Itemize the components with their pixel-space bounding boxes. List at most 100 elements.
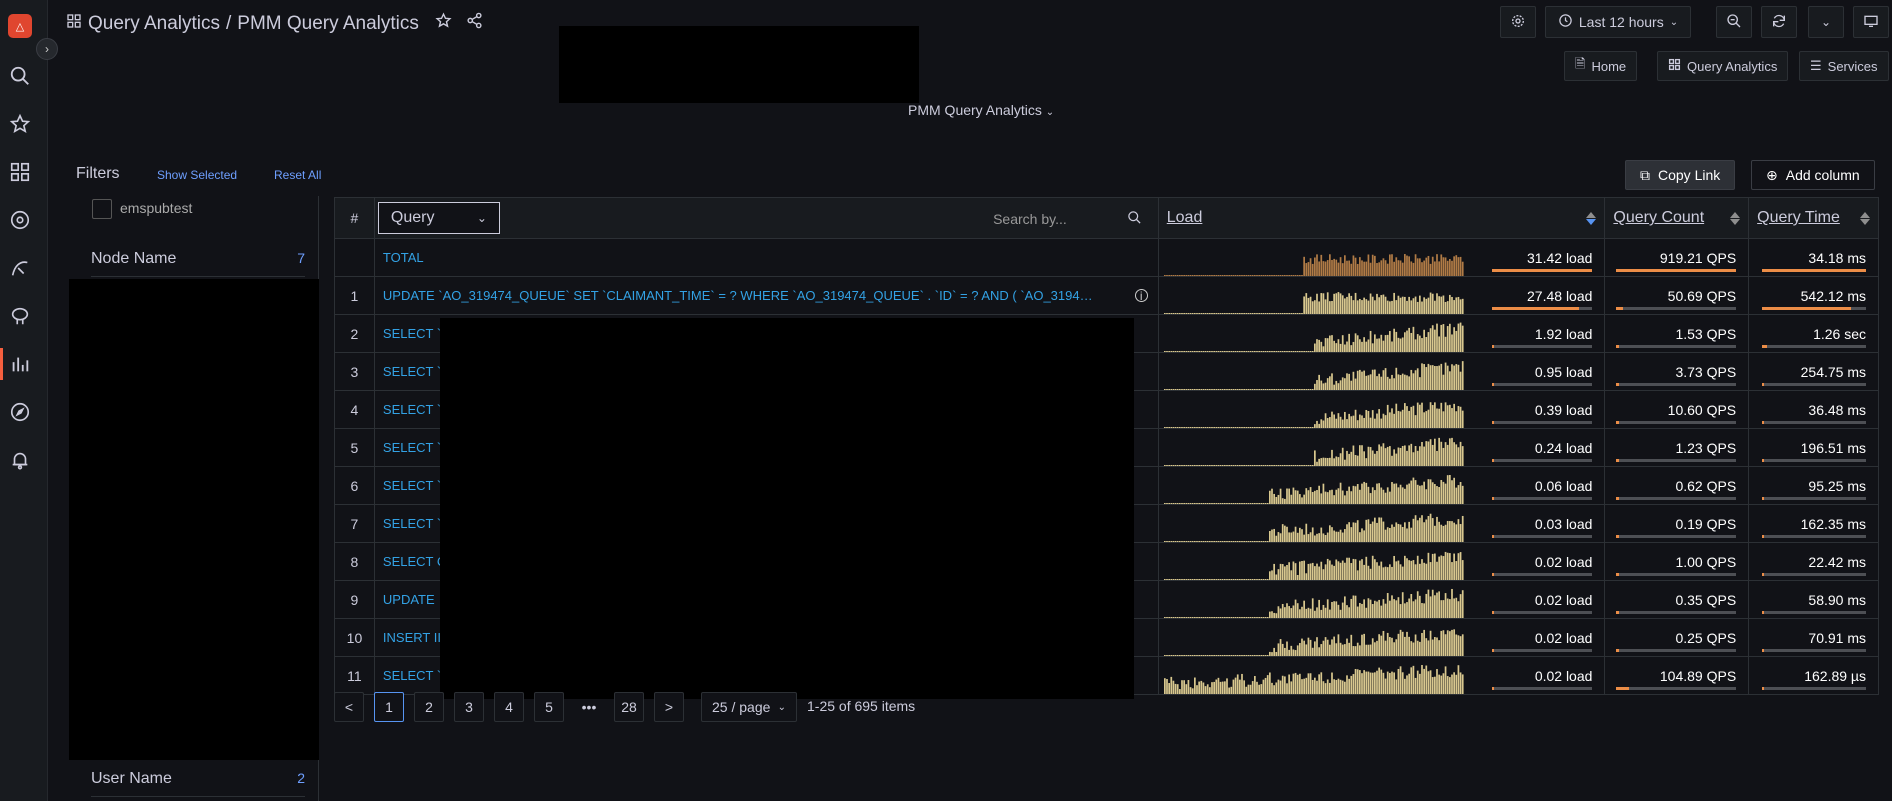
query-text[interactable]: SELECT ` [375, 516, 441, 531]
query-text[interactable]: SELECT ` [375, 668, 441, 683]
expand-menu-button[interactable]: › [36, 38, 58, 60]
sparkline-bar [1258, 389, 1260, 390]
filter-group-node-name[interactable]: Node Name 7 [91, 250, 305, 277]
filter-checkbox[interactable] [92, 199, 112, 219]
sparkline-bar [1412, 642, 1415, 656]
page-button[interactable]: 4 [494, 692, 524, 722]
sparkline-bar [1320, 493, 1322, 504]
time-range-picker[interactable]: Last 12 hours ⌄ [1545, 6, 1691, 38]
view-mode-button[interactable] [1853, 6, 1889, 38]
table-row[interactable]: 1 UPDATE `AO_319474_QUEUE` SET `CLAIMANT_… [334, 276, 1879, 315]
reset-all-link[interactable]: Reset All [274, 168, 321, 182]
page-button[interactable]: 28 [614, 692, 644, 722]
query-cell[interactable]: TOTAL [373, 238, 1159, 277]
sparkline-bar [1450, 588, 1453, 618]
refresh-button[interactable] [1761, 6, 1797, 38]
group-by-select[interactable]: Query ⌄ [377, 202, 500, 234]
sparkline-bar [1300, 497, 1303, 504]
starred-icon[interactable] [8, 112, 32, 136]
dashboard-variable-dropdown[interactable]: PMM Query Analytics ⌄ [908, 102, 1054, 118]
query-text[interactable]: SELECT ` [375, 440, 441, 455]
breadcrumb-parent[interactable]: Query Analytics [88, 13, 220, 35]
explore-icon[interactable] [8, 400, 32, 424]
next-page-button[interactable]: > [654, 692, 684, 722]
total-row[interactable]: TOTAL 31.42 load 919.21 QPS 34.18 ms [334, 238, 1879, 277]
query-cell[interactable]: UPDATE `AO_319474_QUEUE` SET `CLAIMANT_T… [373, 276, 1159, 315]
page-button[interactable]: 1 [374, 692, 404, 722]
sparkline-bar [1200, 465, 1202, 466]
mysql-icon[interactable] [8, 256, 32, 280]
qps-bar-fill [1616, 687, 1630, 690]
sparkline-bar [1264, 617, 1267, 618]
sort-icon[interactable] [1730, 211, 1741, 225]
filter-group-user-name[interactable]: User Name 2 [91, 770, 305, 797]
column-header-query-time[interactable]: Query Time [1748, 197, 1879, 239]
sparkline-bar [1448, 371, 1451, 390]
sparkline-bar [1382, 521, 1385, 542]
query-text[interactable]: UPDATE [375, 592, 435, 607]
prev-page-button[interactable]: < [334, 692, 364, 722]
query-text[interactable]: SELECT ` [375, 478, 441, 493]
sparkline-bar [1172, 617, 1175, 618]
dashboard-settings-button[interactable] [1500, 6, 1536, 38]
query-text[interactable]: SELECT ` [375, 364, 441, 379]
query-text[interactable]: SELECT ` [375, 326, 441, 341]
sparkline-bar [1223, 465, 1226, 466]
page-button[interactable]: 3 [454, 692, 484, 722]
sparkline-bar [1309, 296, 1312, 314]
sparkline-bar [1183, 427, 1185, 428]
sparkline-bar [1448, 521, 1451, 542]
show-selected-link[interactable]: Show Selected [157, 168, 237, 182]
page-size-select[interactable]: 25 / page ⌄ [701, 692, 797, 722]
sparkline-bar [1217, 313, 1220, 314]
pmm-logo[interactable]: △ [8, 14, 32, 38]
query-text[interactable]: SELECT C [375, 554, 446, 569]
sparkline-bar [1243, 680, 1245, 694]
sparkline-bar [1258, 541, 1260, 542]
sort-icon[interactable] [1860, 211, 1870, 225]
sparkline-bar [1219, 275, 1222, 276]
query-search[interactable]: Search by... [993, 210, 1142, 228]
query-analytics-link[interactable]: Query Analytics [1657, 51, 1789, 81]
sparkline-bar [1303, 600, 1305, 618]
sparkline-bar [1320, 644, 1322, 656]
query-text[interactable]: INSERT II [375, 630, 441, 645]
zoom-out-button[interactable] [1716, 6, 1752, 38]
star-icon[interactable] [435, 12, 452, 35]
home-link[interactable]: 🗎 Home [1564, 51, 1638, 81]
sparkline-bar [1232, 579, 1235, 580]
column-header-load[interactable]: Load [1157, 197, 1606, 239]
add-column-button[interactable]: ⊕ Add column [1751, 160, 1875, 190]
page-button[interactable]: 2 [414, 692, 444, 722]
search-input[interactable]: Search by... [993, 211, 1067, 227]
load-sparkline [1163, 513, 1464, 542]
alerting-icon[interactable] [8, 448, 32, 472]
sparkline-bar [1393, 328, 1395, 352]
sort-icon[interactable] [1586, 211, 1597, 225]
load-value: 1.92 load [1534, 325, 1593, 342]
sparkline-bar [1193, 313, 1196, 314]
search-icon[interactable] [8, 64, 32, 88]
share-icon[interactable] [466, 12, 483, 35]
postgresql-icon[interactable] [8, 304, 32, 328]
sparkline-bar [1251, 351, 1254, 352]
sparkline-bar [1247, 503, 1250, 504]
copy-link-button[interactable]: ⧉ Copy Link [1625, 160, 1736, 190]
column-header-query-count[interactable]: Query Count [1604, 197, 1750, 239]
page-button[interactable]: 5 [534, 692, 564, 722]
refresh-interval-dropdown[interactable]: ⌄ [1808, 6, 1844, 38]
sparkline-bar [1360, 415, 1363, 428]
services-link[interactable]: ☰ Services [1799, 51, 1889, 81]
query-text[interactable]: UPDATE `AO_319474_QUEUE` SET `CLAIMANT_T… [375, 288, 1093, 303]
query-text[interactable]: TOTAL [375, 250, 424, 265]
sparkline-bar [1457, 665, 1460, 694]
query-text[interactable]: SELECT ` [375, 402, 441, 417]
page-title[interactable]: PMM Query Analytics [237, 13, 419, 35]
query-analytics-icon[interactable] [8, 352, 32, 376]
page-ellipsis[interactable]: ••• [574, 692, 604, 722]
sparkline-bar [1410, 261, 1412, 276]
sparkline-bar [1253, 676, 1256, 694]
dashboards-icon[interactable] [8, 160, 32, 184]
info-icon[interactable]: i [1134, 289, 1148, 303]
os-dashboard-icon[interactable] [8, 208, 32, 232]
